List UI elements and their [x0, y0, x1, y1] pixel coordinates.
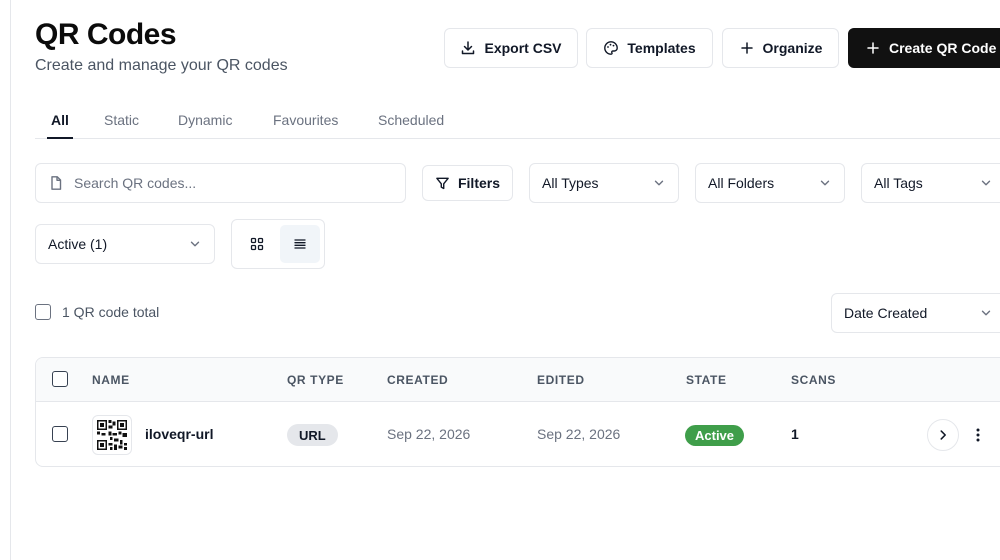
plus-icon [867, 42, 879, 54]
tab-all[interactable]: All [51, 112, 69, 128]
palette-icon [604, 41, 619, 55]
grid-view-icon [250, 237, 264, 251]
templates-label: Templates [627, 40, 696, 56]
column-state[interactable]: STATE [686, 373, 727, 387]
status-select[interactable]: Active (1) [35, 224, 215, 264]
tag-select-value: All Tags [874, 175, 923, 191]
column-edited[interactable]: EDITED [537, 373, 585, 387]
templates-button[interactable]: Templates [586, 28, 713, 68]
view-toggle [231, 219, 325, 269]
sort-select[interactable]: Date Created [831, 293, 1000, 333]
created-date: Sep 22, 2026 [387, 426, 471, 442]
scan-count: 1 [791, 426, 799, 442]
qr-code-icon [97, 420, 127, 450]
tab-favourites[interactable]: Favourites [273, 112, 338, 128]
qr-codes-table: NAME QR TYPE CREATED EDITED STATE SCANS … [35, 357, 1000, 467]
type-select[interactable]: All Types [529, 163, 679, 203]
qr-thumbnail[interactable] [92, 415, 132, 455]
page-subtitle: Create and manage your QR codes [35, 57, 288, 74]
header-checkbox[interactable] [52, 371, 68, 387]
row-actions-button[interactable] [970, 423, 986, 447]
search-box[interactable] [35, 163, 406, 203]
more-vertical-icon [976, 428, 980, 442]
chevron-right-icon [940, 430, 946, 440]
grid-view-button[interactable] [237, 225, 277, 263]
list-view-icon [294, 239, 306, 249]
organize-button[interactable]: Organize [722, 28, 839, 68]
filters-label: Filters [457, 175, 500, 191]
sidebar-divider [10, 0, 11, 560]
search-input[interactable] [74, 175, 374, 191]
open-qr-button[interactable] [927, 419, 959, 451]
column-created[interactable]: CREATED [387, 373, 448, 387]
table-row[interactable]: iloveqr-url URL Sep 22, 2026 Sep 22, 202… [36, 402, 1000, 466]
column-qr-type[interactable]: QR TYPE [287, 373, 344, 387]
tag-select[interactable]: All Tags [861, 163, 1000, 203]
filter-icon [436, 177, 449, 189]
chevron-down-icon [981, 180, 991, 186]
organize-label: Organize [762, 40, 823, 56]
chevron-down-icon [820, 180, 830, 186]
download-icon [462, 41, 475, 55]
total-count: 1 QR code total [62, 304, 160, 320]
create-qr-code-label: Create QR Code [889, 40, 997, 56]
tab-static[interactable]: Static [104, 112, 139, 128]
export-csv-label: Export CSV [484, 40, 562, 56]
create-qr-code-button[interactable]: Create QR Code [848, 28, 1000, 68]
folder-select-value: All Folders [708, 175, 775, 191]
total-summary: 1 QR code total [35, 304, 159, 320]
list-view-button[interactable] [280, 225, 320, 263]
table-header: NAME QR TYPE CREATED EDITED STATE SCANS [36, 358, 1000, 402]
tab-scheduled[interactable]: Scheduled [378, 112, 444, 128]
plus-icon [740, 42, 753, 54]
column-name[interactable]: NAME [92, 373, 130, 387]
column-scans[interactable]: SCANS [791, 373, 836, 387]
qr-name[interactable]: iloveqr-url [145, 426, 213, 442]
select-all-checkbox[interactable] [35, 304, 51, 320]
edited-date: Sep 22, 2026 [537, 426, 621, 442]
file-icon [51, 176, 62, 190]
qr-type-badge: URL [287, 424, 338, 446]
tab-dynamic[interactable]: Dynamic [178, 112, 232, 128]
chevron-down-icon [981, 310, 991, 316]
folder-select[interactable]: All Folders [695, 163, 845, 203]
status-badge: Active [685, 425, 745, 446]
active-tab-indicator [47, 137, 73, 139]
sort-select-value: Date Created [844, 305, 928, 321]
filters-button[interactable]: Filters [422, 165, 513, 201]
status-select-value: Active (1) [48, 236, 108, 252]
chevron-down-icon [654, 180, 664, 186]
type-select-value: All Types [542, 175, 599, 191]
export-csv-button[interactable]: Export CSV [444, 28, 578, 68]
filter-tabs: All Static Dynamic Favourites Scheduled [35, 106, 1000, 139]
row-checkbox[interactable] [52, 426, 68, 442]
chevron-down-icon [190, 241, 200, 247]
page-title: QR Codes [35, 18, 177, 51]
